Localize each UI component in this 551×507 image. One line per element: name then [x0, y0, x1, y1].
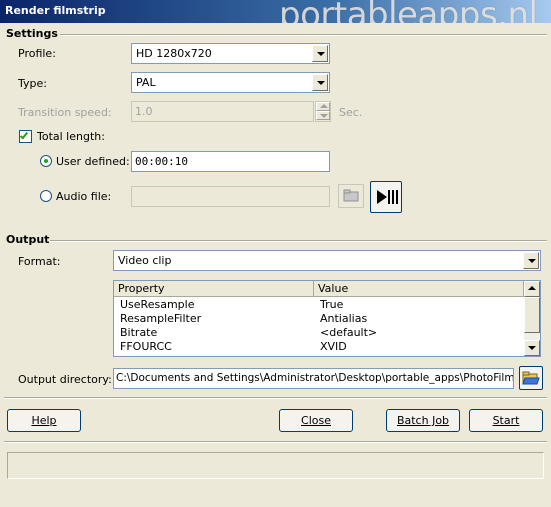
open-folder-icon	[522, 371, 540, 385]
transition-speed-label: Transition speed:	[18, 106, 112, 119]
type-dropdown-button[interactable]	[312, 74, 328, 91]
profile-value: HD 1280x720	[136, 47, 212, 60]
spin-up-button[interactable]	[316, 102, 330, 111]
footer-separator	[4, 397, 547, 399]
value-cell: Antialias	[320, 312, 368, 325]
format-label: Format:	[18, 255, 61, 268]
play-to-end-icon	[377, 190, 398, 204]
close-button-label: Close	[301, 414, 331, 427]
status-bar	[7, 452, 544, 479]
arrow-up-icon	[528, 286, 536, 290]
start-button[interactable]: Start	[469, 409, 543, 432]
settings-group-title: Settings	[6, 27, 58, 40]
grid-header: Property Value	[114, 281, 524, 297]
spin-down-button[interactable]	[316, 111, 330, 120]
scroll-down-button[interactable]	[524, 340, 540, 356]
total-length-checkbox[interactable]	[19, 130, 32, 143]
output-directory-label: Output directory:	[18, 373, 112, 386]
format-dropdown-button[interactable]	[523, 252, 539, 269]
property-cell: FFOURCC	[120, 340, 172, 353]
user-defined-value: 00:00:10	[135, 155, 188, 168]
play-audio-button[interactable]	[370, 181, 402, 213]
column-header-property[interactable]: Property	[114, 281, 314, 297]
user-defined-radio[interactable]	[40, 155, 52, 167]
arrow-up-icon	[320, 104, 328, 108]
property-cell: UseResample	[120, 298, 195, 311]
profile-dropdown-button[interactable]	[312, 45, 328, 62]
property-cell: ResampleFilter	[120, 312, 202, 325]
output-directory-browse-button[interactable]	[519, 366, 543, 390]
value-cell: True	[320, 298, 344, 311]
audio-browse-button[interactable]	[338, 184, 364, 208]
output-group-title: Output	[6, 233, 50, 246]
chevron-down-icon	[317, 81, 325, 85]
transition-speed-input[interactable]: 1.0	[131, 101, 314, 122]
window-title: Render filmstrip	[5, 4, 106, 17]
grid-vertical-scrollbar[interactable]	[524, 281, 540, 356]
format-select[interactable]: Video clip	[113, 250, 541, 271]
start-button-label: Start	[492, 414, 520, 427]
audio-file-input[interactable]	[131, 186, 330, 207]
folder-browse-icon	[343, 189, 359, 202]
batch-job-button-label: Batch Job	[396, 414, 450, 427]
watermark-logo: portableapps.nl	[279, 0, 538, 23]
output-separator	[50, 240, 547, 242]
total-length-label: Total length:	[37, 130, 105, 143]
profile-label: Profile:	[18, 47, 56, 60]
property-cell: Bitrate	[120, 326, 158, 339]
status-separator	[4, 441, 547, 443]
scroll-thumb[interactable]	[524, 297, 540, 333]
settings-separator	[60, 34, 547, 36]
properties-grid[interactable]: Property Value UseResample True Resample…	[113, 280, 541, 357]
arrow-down-icon	[528, 346, 536, 350]
chevron-down-icon	[317, 52, 325, 56]
output-directory-value: C:\Documents and Settings\Administrator\…	[116, 372, 514, 384]
profile-select[interactable]: HD 1280x720	[131, 43, 330, 64]
format-value: Video clip	[118, 254, 172, 267]
type-label: Type:	[18, 77, 47, 90]
scroll-up-button[interactable]	[524, 281, 540, 297]
transition-speed-unit: Sec.	[339, 106, 363, 119]
close-button[interactable]: Close	[279, 409, 353, 432]
checkmark-icon	[19, 130, 29, 140]
value-cell: <default>	[320, 326, 378, 339]
type-value: PAL	[136, 76, 156, 89]
radio-selected-dot	[44, 159, 48, 163]
help-button-label: Help	[31, 414, 57, 427]
batch-job-button[interactable]: Batch Job	[386, 409, 460, 432]
chevron-down-icon	[528, 259, 536, 263]
transition-speed-value: 1.0	[135, 105, 153, 118]
help-button[interactable]: Help	[7, 409, 81, 432]
output-directory-input[interactable]: C:\Documents and Settings\Administrator\…	[113, 368, 514, 389]
audio-file-radio[interactable]	[40, 190, 52, 202]
audio-file-label: Audio file:	[56, 190, 112, 203]
type-select[interactable]: PAL	[131, 72, 330, 93]
user-defined-label: User defined:	[56, 155, 130, 168]
title-bar[interactable]: Render filmstrip portableapps.nl	[0, 0, 551, 23]
transition-speed-spinner[interactable]	[315, 101, 331, 122]
arrow-down-icon	[320, 114, 328, 118]
value-cell: XVID	[320, 340, 347, 353]
user-defined-input[interactable]: 00:00:10	[131, 151, 330, 172]
column-header-value[interactable]: Value	[314, 281, 524, 297]
